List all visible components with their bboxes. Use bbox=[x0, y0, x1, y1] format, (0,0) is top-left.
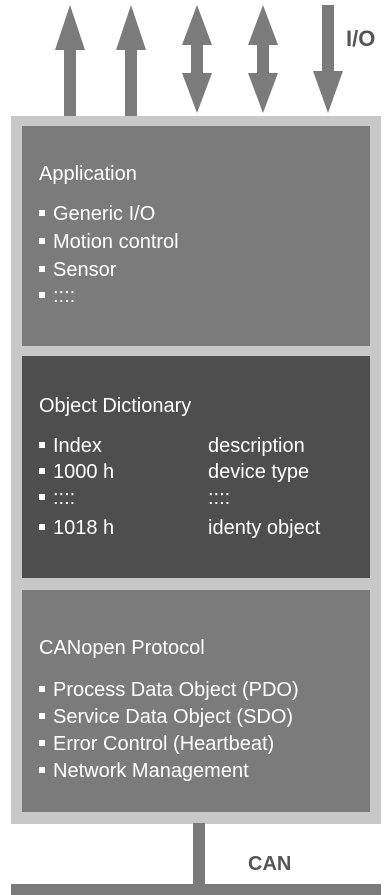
can-label: CAN bbox=[248, 853, 292, 875]
io-arrows bbox=[55, 5, 343, 116]
bullet-icon bbox=[39, 739, 45, 746]
arrow-down-icon bbox=[313, 5, 343, 113]
application-title: Application bbox=[39, 163, 137, 185]
can-bus-line bbox=[11, 884, 381, 895]
arrow-bidirectional-icon bbox=[248, 5, 278, 113]
table-row: 1018 h identy object bbox=[39, 516, 320, 540]
table-row: Index description bbox=[39, 434, 305, 458]
list-item: Error Control (Heartbeat) bbox=[39, 732, 274, 756]
list-item: Motion control bbox=[39, 230, 179, 254]
bullet-icon bbox=[39, 523, 45, 530]
io-label: I/O bbox=[346, 26, 376, 51]
list-item: Sensor bbox=[39, 258, 116, 282]
bullet-icon bbox=[39, 493, 45, 500]
bullet-icon bbox=[39, 265, 45, 272]
arrow-bidirectional-icon bbox=[182, 5, 212, 113]
arrow-up-icon bbox=[116, 5, 146, 116]
list-item: Network Management bbox=[39, 759, 249, 783]
bullet-icon bbox=[39, 685, 45, 692]
bullet-icon bbox=[39, 441, 45, 448]
object-dictionary-title: Object Dictionary bbox=[39, 395, 192, 417]
bullet-icon bbox=[39, 237, 45, 244]
bullet-icon bbox=[39, 766, 45, 773]
arrow-up-icon bbox=[55, 5, 85, 116]
table-row: 1000 h device type bbox=[39, 460, 309, 484]
table-row: :::::::: bbox=[39, 486, 230, 510]
bullet-icon bbox=[39, 209, 45, 216]
list-item: Process Data Object (PDO) bbox=[39, 678, 299, 702]
list-item: :::: bbox=[39, 284, 75, 308]
canopen-protocol-layer: CANopen Protocol Process Data Object (PD… bbox=[22, 590, 370, 812]
bullet-icon bbox=[39, 467, 45, 474]
object-dictionary-layer: Object Dictionary Index description 1000 … bbox=[22, 356, 370, 578]
list-item: Service Data Object (SDO) bbox=[39, 705, 293, 729]
application-layer: Application Generic I/O Motion control S… bbox=[22, 126, 370, 346]
bullet-icon bbox=[39, 712, 45, 719]
can-bus-connector bbox=[193, 823, 205, 885]
canopen-protocol-title: CANopen Protocol bbox=[39, 637, 205, 659]
bullet-icon bbox=[39, 291, 45, 298]
list-item: Generic I/O bbox=[39, 202, 155, 226]
